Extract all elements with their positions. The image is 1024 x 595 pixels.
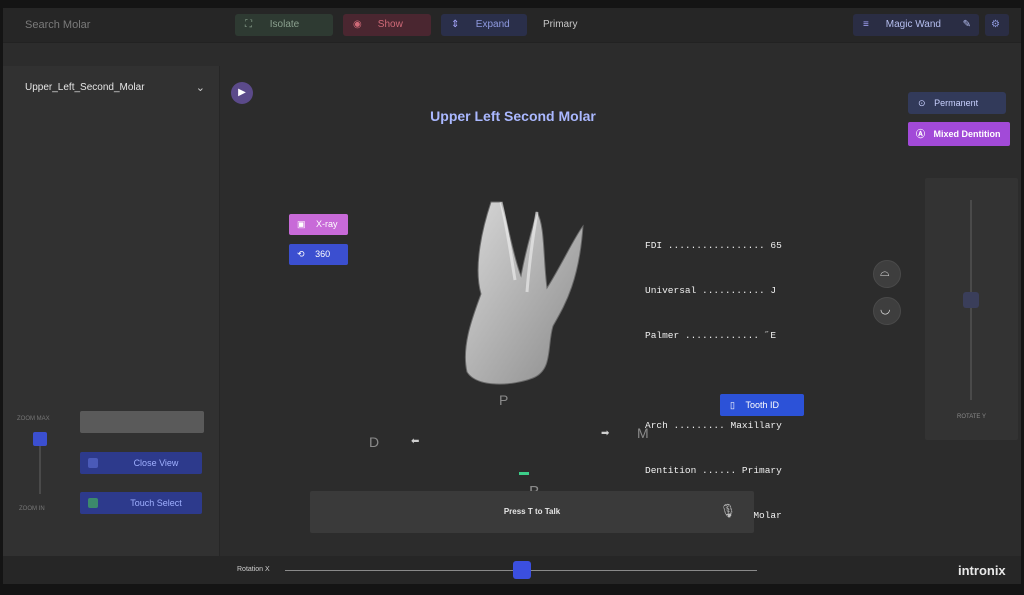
rotation-x-thumb[interactable] [513, 561, 531, 579]
direction-indicator [519, 472, 529, 475]
tooth-select[interactable]: Upper_Left_Second_Molar ⌄ [15, 75, 211, 101]
info-line: Universal ........... J [645, 285, 777, 296]
upper-arch-button[interactable]: ⌓ [873, 260, 901, 288]
xray-label: X-ray [316, 219, 338, 229]
tooth-select-value: Upper_Left_Second_Molar [25, 82, 145, 93]
upper-arch-icon: ⌓ [880, 265, 890, 279]
search-input[interactable]: Search Molar [11, 14, 216, 36]
direction-label-p: P [499, 392, 509, 408]
view-360-label: 360 [315, 249, 331, 259]
arrow-right-icon: ➡ [601, 428, 610, 439]
permanent-label: Permanent [934, 98, 979, 108]
gear-icon: ⚙ [991, 19, 1000, 30]
page-title: Upper Left Second Molar [430, 108, 596, 124]
expand-icon: ⇕ [451, 19, 460, 30]
primary-button[interactable]: Primary [533, 14, 593, 36]
permanent-button[interactable]: ⊙ Permanent [908, 92, 1006, 114]
mixed-dentition-button[interactable]: Ⓐ Mixed Dentition [908, 122, 1010, 146]
list-icon: ≡ [863, 19, 869, 30]
mixed-dentition-label: Mixed Dentition [933, 129, 1001, 139]
isolate-button[interactable]: ⛶ Isolate [235, 14, 333, 36]
show-label: Show [377, 19, 403, 30]
close-view-button[interactable]: Close View [80, 452, 202, 474]
zoom-max-label: ZOOM MAX [17, 416, 50, 422]
microphone-icon[interactable]: 🎙 [719, 503, 736, 519]
chevron-down-icon: ⌄ [195, 82, 205, 94]
touch-select-button[interactable]: Touch Select [80, 492, 202, 514]
wand-icon: ✎ [962, 19, 971, 30]
touch-select-icon [88, 498, 98, 508]
rotation-x-label: Rotation X [237, 566, 270, 573]
zoom-slider-thumb[interactable] [33, 432, 47, 446]
app-window: Search Molar ⛶ Isolate ◉ Show ⇕ Expand P… [3, 8, 1021, 584]
rotation-y-label: ROTATE Y [956, 414, 986, 420]
tooth-id-button[interactable]: ▯ Tooth ID [720, 394, 804, 416]
voice-prompt: Press T to Talk [503, 507, 561, 516]
rotation-y-panel: ROTATE Y [925, 178, 1018, 440]
zoom-slider[interactable] [33, 432, 47, 494]
brand-logo: intronix [958, 563, 1006, 578]
play-icon: ▶ [238, 87, 246, 98]
close-view-icon [88, 458, 98, 468]
eye-icon: ◉ [353, 19, 362, 30]
rotation-y-thumb[interactable] [963, 292, 979, 308]
rotation-y-slider[interactable] [963, 200, 979, 400]
show-button[interactable]: ◉ Show [343, 14, 431, 36]
zoom-in-label: ZOOM IN [19, 506, 45, 512]
lower-arch-button[interactable]: ◡ [873, 297, 901, 325]
xray-icon: ▣ [297, 219, 306, 229]
rotate-icon: ⟲ [297, 249, 305, 259]
info-line: Dentition ...... Primary [645, 465, 782, 476]
xray-button[interactable]: ▣ X-ray [289, 214, 348, 235]
isolate-icon: ⛶ [245, 19, 252, 30]
settings-button[interactable]: ⚙ [985, 14, 1009, 36]
magic-wand-label: Magic Wand [885, 19, 941, 30]
expand-label: Expand [475, 19, 510, 30]
direction-label-m: M [637, 425, 649, 441]
view-360-button[interactable]: ⟲ 360 [289, 244, 348, 265]
voice-command-bar[interactable]: Press T to Talk 🎙 [310, 491, 754, 533]
info-line: FDI ................. 65 [645, 240, 782, 251]
info-line: Arch ......... Maxillary [645, 420, 782, 431]
info-line [645, 373, 810, 388]
magic-wand-button[interactable]: ≡ Magic Wand ✎ [853, 14, 979, 36]
primary-label: Primary [543, 19, 578, 30]
permanent-icon: ⊙ [918, 98, 926, 108]
top-toolbar: Search Molar ⛶ Isolate ◉ Show ⇕ Expand P… [3, 8, 1021, 43]
zoom-value-box[interactable] [80, 411, 204, 433]
tooth-id-label: Tooth ID [745, 400, 779, 410]
touch-select-label: Touch Select [130, 498, 182, 508]
play-button[interactable]: ▶ [231, 82, 253, 104]
isolate-label: Isolate [269, 19, 300, 30]
expand-button[interactable]: ⇕ Expand [441, 14, 527, 36]
lower-arch-icon: ◡ [880, 302, 891, 316]
info-line: Palmer ............. ˝E [645, 330, 777, 341]
direction-label-d: D [369, 434, 380, 450]
mixed-dentition-icon: Ⓐ [916, 129, 926, 139]
left-panel: Upper_Left_Second_Molar ⌄ ZOOM MAX ZOOM … [3, 66, 220, 556]
arrow-left-icon: ⬅ [411, 436, 420, 447]
tooth-3d-model[interactable] [443, 196, 593, 396]
tooth-icon: ▯ [730, 400, 735, 410]
close-view-label: Close View [133, 458, 179, 468]
